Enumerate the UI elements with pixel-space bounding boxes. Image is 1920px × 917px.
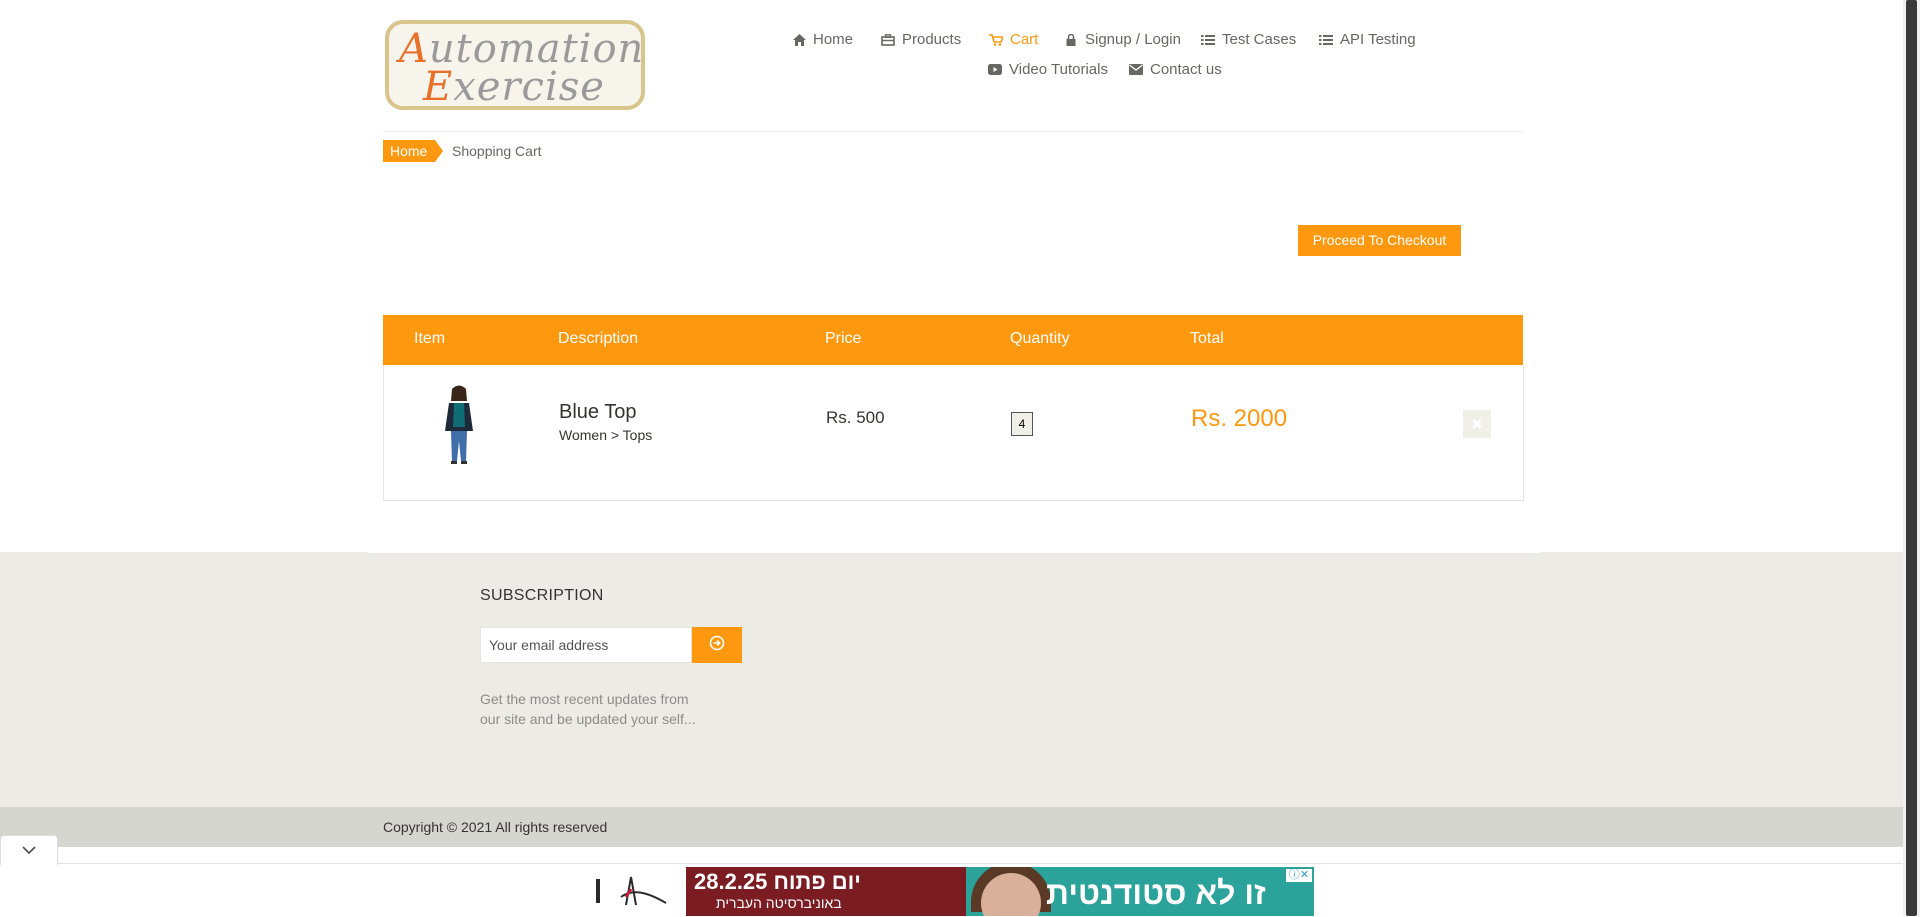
- copyright-bar: [0, 807, 1903, 847]
- nav-api-testing[interactable]: API Testing: [1318, 31, 1416, 48]
- header-item: Item: [414, 330, 446, 347]
- ad-collapse-button[interactable]: [0, 835, 58, 865]
- breadcrumb-current: Shopping Cart: [452, 143, 542, 159]
- footer-widget: [0, 552, 1903, 807]
- nav-contact-us[interactable]: Contact us: [1128, 61, 1222, 78]
- product-image[interactable]: [439, 385, 479, 465]
- product-price: Rs. 500: [826, 408, 885, 427]
- home-icon: [791, 33, 807, 47]
- ad-choices-close-icon[interactable]: ⓘ✕: [1286, 869, 1312, 882]
- products-icon: [880, 33, 896, 47]
- close-icon: ✖: [1471, 416, 1483, 432]
- ad-headline: זו לא סטודנטית: [1046, 875, 1266, 911]
- site-logo[interactable]: Automation Exercise: [385, 20, 645, 110]
- cart-row: Blue Top Women > Tops Rs. 500 4 Rs. 2000…: [383, 365, 1524, 501]
- subscription-description: Get the most recent updates from our sit…: [480, 691, 696, 727]
- ad-date-panel: 28.2.25 יום פתוח באוניברסיטה העברית: [686, 867, 966, 916]
- product-total: Rs. 2000: [1191, 405, 1288, 432]
- header-divider: [383, 131, 1523, 132]
- arrow-circle-right-icon: [709, 635, 725, 656]
- header-quantity: Quantity: [1010, 330, 1070, 347]
- ad-logo: [591, 867, 686, 916]
- product-name[interactable]: Blue Top: [559, 401, 636, 424]
- cart-icon: [988, 33, 1004, 47]
- header-price: Price: [825, 330, 862, 347]
- nav-test-cases[interactable]: Test Cases: [1200, 31, 1296, 48]
- proceed-to-checkout-button[interactable]: Proceed To Checkout: [1298, 225, 1461, 256]
- nav-signup-login[interactable]: Signup / Login: [1063, 31, 1181, 48]
- lock-icon: [1063, 33, 1079, 47]
- envelope-icon: [1128, 63, 1144, 77]
- nav-cart[interactable]: Cart: [988, 31, 1038, 48]
- chevron-down-icon: [22, 842, 36, 860]
- nav-video-tutorials[interactable]: Video Tutorials: [987, 61, 1108, 78]
- header-description: Description: [558, 330, 639, 347]
- subscribe-button[interactable]: [692, 627, 742, 663]
- cart-table-header: Item Description Price Quantity Total: [383, 315, 1523, 365]
- list-icon: [1318, 33, 1334, 47]
- logo-line-2: Exercise: [423, 64, 605, 110]
- youtube-icon: [987, 63, 1003, 77]
- nav-products[interactable]: Products: [880, 31, 961, 48]
- nav-home[interactable]: Home: [791, 31, 853, 48]
- subscription-email-input[interactable]: [480, 627, 692, 663]
- copyright-text: Copyright © 2021 All rights reserved: [383, 819, 608, 835]
- vertical-scrollbar-thumb[interactable]: [1906, 0, 1917, 916]
- ad-banner[interactable]: 28.2.25 יום פתוח באוניברסיטה העברית זו ל…: [591, 867, 1314, 916]
- footer-top-line: [367, 552, 1539, 553]
- list-icon: [1200, 33, 1216, 47]
- quantity-box: 4: [1011, 412, 1033, 436]
- delete-item-button[interactable]: ✖: [1463, 410, 1491, 438]
- header-total: Total: [1190, 330, 1224, 347]
- product-category: Women > Tops: [559, 427, 653, 443]
- breadcrumb-home[interactable]: Home: [383, 140, 444, 162]
- subscription-title: SUBSCRIPTION: [480, 587, 604, 604]
